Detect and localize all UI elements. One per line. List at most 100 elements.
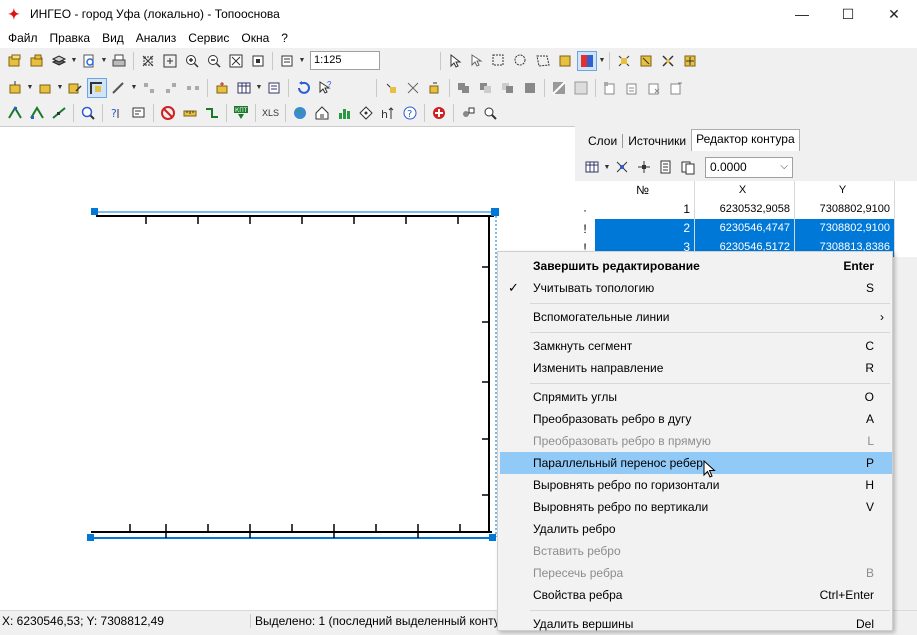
snap-vertex-icon[interactable]	[27, 103, 47, 123]
menu-item-straighten-corners[interactable]: Спрямить углы O	[500, 386, 892, 408]
zoom-previous-icon[interactable]	[248, 51, 268, 71]
prohibit-icon[interactable]	[158, 103, 178, 123]
snap-icon[interactable]	[5, 103, 25, 123]
move-vertices-icon[interactable]	[680, 51, 700, 71]
table-view-icon[interactable]	[582, 157, 602, 177]
vertex-join-icon[interactable]	[183, 78, 203, 98]
precision-select[interactable]: 0.0000 ⌵	[705, 156, 793, 178]
map-canvas[interactable]	[0, 126, 575, 610]
copy-coords-icon[interactable]	[656, 157, 676, 177]
menu-item-helper-lines[interactable]: Вспомогательные линии ›	[500, 306, 892, 328]
column-header-y[interactable]: Y	[795, 181, 895, 200]
column-header-number[interactable]: №	[595, 181, 695, 200]
menu-item-align-horizontal[interactable]: Выровнять ребро по горизонтали H	[500, 474, 892, 496]
cross-vertices-icon[interactable]	[658, 51, 678, 71]
info-query-icon[interactable]: ?	[107, 103, 127, 123]
tab-sources[interactable]: Источники	[623, 131, 691, 151]
open-project-icon[interactable]	[27, 51, 47, 71]
new-object-icon[interactable]	[5, 78, 25, 98]
hatch-icon[interactable]	[571, 78, 591, 98]
close-button[interactable]: ✕	[871, 0, 917, 28]
object-info-icon[interactable]	[129, 103, 149, 123]
semantics-icon[interactable]	[264, 78, 284, 98]
search-icon[interactable]	[78, 103, 98, 123]
table-row[interactable]: ! 2 6230546,4747 7308802,9100	[575, 219, 917, 238]
copy-vertices-icon[interactable]	[636, 51, 656, 71]
vertex-insert-icon[interactable]	[634, 157, 654, 177]
paste-semantics-icon[interactable]	[622, 78, 642, 98]
chart-icon[interactable]	[334, 103, 354, 123]
clear-semantics-icon[interactable]	[644, 78, 664, 98]
chevron-down-icon[interactable]: ▼	[56, 78, 64, 98]
settings-icon[interactable]	[458, 103, 478, 123]
zoom-out-icon[interactable]	[204, 51, 224, 71]
zoom-settings-icon[interactable]	[480, 103, 500, 123]
insert-icon[interactable]	[212, 78, 232, 98]
scale-input[interactable]: 1:125	[310, 51, 380, 70]
home-icon[interactable]	[312, 103, 332, 123]
print-icon[interactable]	[109, 51, 129, 71]
tab-contour-editor[interactable]: Редактор контура	[691, 129, 800, 151]
cut-object-icon[interactable]	[381, 78, 401, 98]
xor-icon[interactable]	[520, 78, 540, 98]
chevron-down-icon[interactable]: ▼	[255, 78, 263, 98]
copy-semantics-icon[interactable]	[600, 78, 620, 98]
select-add-icon[interactable]	[467, 51, 487, 71]
chevron-down-icon[interactable]: ▼	[298, 51, 306, 71]
cut-vertices-icon[interactable]	[614, 51, 634, 71]
vertex-tool-icon[interactable]	[139, 78, 159, 98]
merge-object-icon[interactable]	[425, 78, 445, 98]
menu-item-consider-topology[interactable]: ✓ Учитывать топологию S	[500, 277, 892, 299]
menu-edit[interactable]: Правка	[44, 28, 97, 48]
measure-area-icon[interactable]	[202, 103, 222, 123]
zoom-frame-icon[interactable]	[160, 51, 180, 71]
new-contour-icon[interactable]	[35, 78, 55, 98]
table-row[interactable]: · 1 6230532,9058 7308802,9100	[575, 200, 917, 219]
diagonal-icon[interactable]	[549, 78, 569, 98]
edit-object-icon[interactable]	[65, 78, 85, 98]
layers-icon[interactable]	[49, 51, 69, 71]
select-lasso-icon[interactable]	[511, 51, 531, 71]
help-icon[interactable]: ?	[400, 103, 420, 123]
menu-analysis[interactable]: Анализ	[130, 28, 183, 48]
zoom-in-icon[interactable]	[182, 51, 202, 71]
height-tool-icon[interactable]: h	[378, 103, 398, 123]
select-rect-icon[interactable]	[489, 51, 509, 71]
globe-icon[interactable]	[290, 103, 310, 123]
add-plugin-icon[interactable]	[429, 103, 449, 123]
zoom-all-icon[interactable]	[226, 51, 246, 71]
draw-line-icon[interactable]	[109, 78, 129, 98]
select-frame-icon[interactable]	[138, 51, 158, 71]
union-icon[interactable]	[454, 78, 474, 98]
chevron-down-icon[interactable]: ▼	[598, 51, 606, 71]
measure-icon[interactable]	[180, 103, 200, 123]
menu-item-align-vertical[interactable]: Выровнять ребро по вертикали V	[500, 496, 892, 518]
menu-item-delete-edge[interactable]: Удалить ребро	[500, 518, 892, 540]
chevron-down-icon[interactable]: ▼	[26, 78, 34, 98]
vertex-move-icon[interactable]	[161, 78, 181, 98]
undo-icon[interactable]	[293, 78, 313, 98]
menu-item-parallel-shift[interactable]: Параллельный перенос ребер P	[500, 452, 892, 474]
export-semantics-icon[interactable]	[666, 78, 686, 98]
chevron-down-icon[interactable]: ▼	[100, 51, 108, 71]
menu-item-finish-editing[interactable]: Завершить редактирование Enter	[500, 255, 892, 277]
menu-view[interactable]: Вид	[96, 28, 130, 48]
subtract-icon[interactable]	[476, 78, 496, 98]
kpt-import-icon[interactable]: КПТ	[231, 103, 251, 123]
help-pointer-icon[interactable]: ?	[315, 78, 335, 98]
vertex-cross-icon[interactable]	[612, 157, 632, 177]
diamond-icon[interactable]	[356, 103, 376, 123]
break-object-icon[interactable]	[403, 78, 423, 98]
select-style-icon[interactable]	[577, 50, 597, 71]
column-header-x[interactable]: X	[695, 181, 795, 200]
chevron-down-icon[interactable]: ▼	[70, 51, 78, 71]
intersect-icon[interactable]	[498, 78, 518, 98]
table-icon[interactable]	[234, 78, 254, 98]
select-object-icon[interactable]	[555, 51, 575, 71]
chevron-down-icon[interactable]: ▼	[603, 157, 611, 177]
chevron-down-icon[interactable]: ▼	[130, 78, 138, 98]
menu-help[interactable]: ?	[275, 28, 294, 48]
menu-item-close-segment[interactable]: Замкнуть сегмент C	[500, 335, 892, 357]
open-map-icon[interactable]	[5, 51, 25, 71]
xls-export-icon[interactable]: XLS	[259, 108, 282, 118]
